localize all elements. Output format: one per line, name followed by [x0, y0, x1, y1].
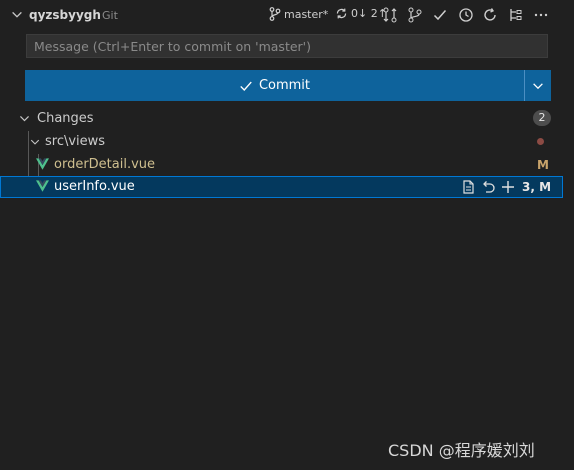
tree-view-icon[interactable]: [507, 6, 525, 24]
file-row[interactable]: orderDetail.vue M: [0, 154, 574, 176]
branch-name: master*: [284, 7, 329, 21]
folder-row[interactable]: src\views: [0, 131, 574, 153]
vue-file-icon: [36, 158, 49, 170]
chevron-down-icon: [20, 116, 29, 122]
commit-button-label: Commit: [258, 78, 311, 93]
folder-modified-dot: [537, 138, 544, 145]
file-name: orderDetail.vue: [54, 157, 156, 172]
git-branch-icon: [269, 7, 281, 21]
discard-changes-icon[interactable]: [480, 179, 496, 195]
sync-icon: [336, 8, 347, 19]
history-icon[interactable]: [457, 6, 475, 24]
repository-provider: Git: [102, 9, 118, 22]
watermark: CSDN @程序媛刘刘: [388, 441, 535, 460]
check-icon: [240, 81, 252, 91]
commit-message-input[interactable]: [26, 34, 548, 58]
repository-header[interactable]: qyzsbyygh Git master* 0↓ 2↑: [0, 0, 574, 30]
changes-group-row[interactable]: Changes: [0, 108, 574, 130]
file-name: userInfo.vue: [54, 179, 135, 194]
compare-branches-icon[interactable]: [381, 6, 399, 24]
commit-options-dropdown[interactable]: [524, 70, 551, 101]
chevron-down-icon: [533, 82, 543, 89]
refresh-icon[interactable]: [481, 6, 499, 24]
file-status-badge: 3, M: [522, 180, 552, 194]
folder-label: src\views: [45, 134, 106, 149]
changes-group-label: Changes: [37, 111, 94, 126]
chevron-down-icon[interactable]: [10, 8, 24, 22]
more-actions-icon[interactable]: [532, 6, 550, 24]
repository-name: qyzsbyygh: [29, 8, 101, 22]
stage-changes-icon[interactable]: [500, 179, 516, 195]
vue-file-icon: [36, 180, 49, 192]
file-status-badge: M: [537, 158, 549, 172]
branch-indicator[interactable]: master*: [269, 7, 328, 21]
changes-count-badge: 2: [533, 110, 551, 126]
chevron-down-icon: [30, 139, 40, 145]
sync-indicator[interactable]: 0↓ 2↑: [335, 7, 387, 20]
check-icon[interactable]: [431, 6, 449, 24]
git-fetch-icon[interactable]: [406, 6, 424, 24]
open-file-icon[interactable]: [460, 179, 476, 195]
commit-button[interactable]: Commit: [25, 70, 524, 101]
source-control-panel: qyzsbyygh Git master* 0↓ 2↑ Message (Ctr…: [0, 0, 574, 470]
